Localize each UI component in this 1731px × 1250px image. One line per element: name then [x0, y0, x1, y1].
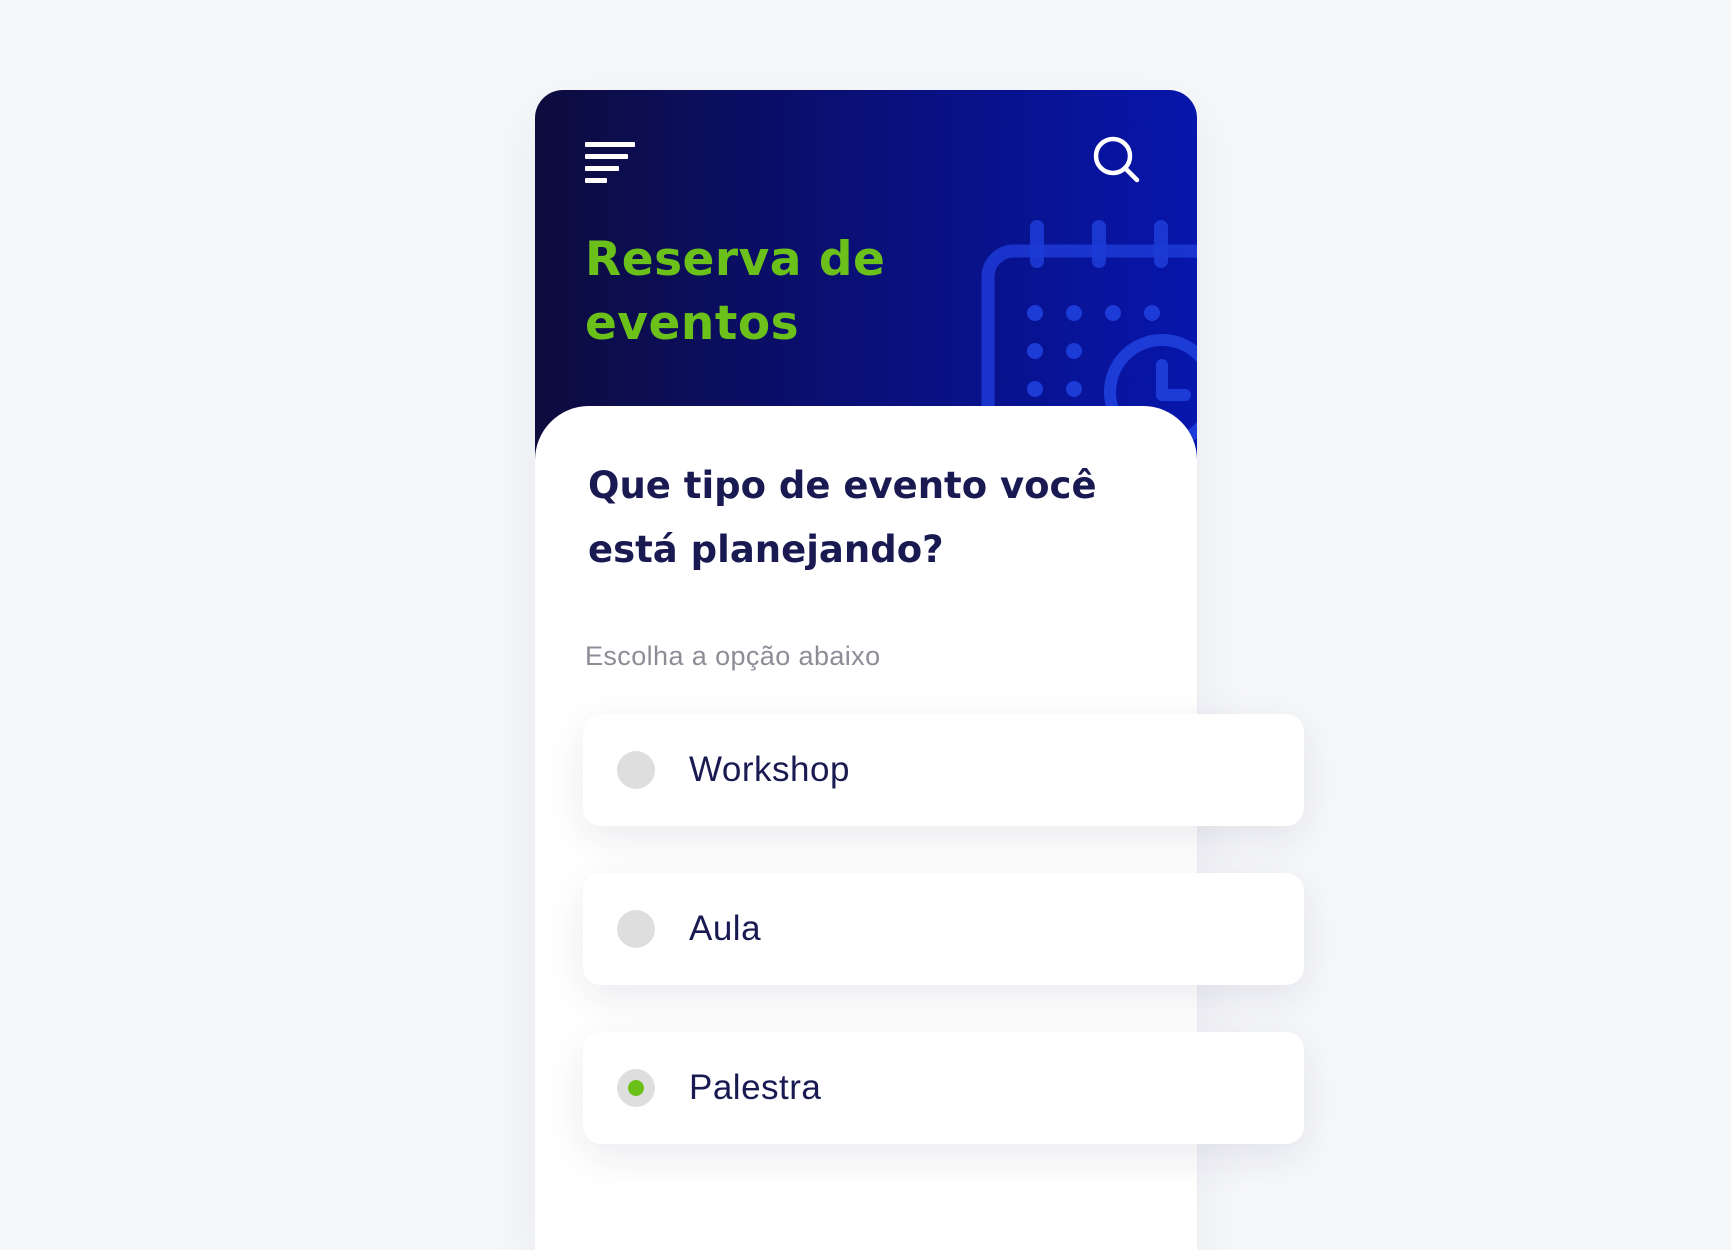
question-heading: Que tipo de evento você está planejando? — [588, 454, 1148, 582]
radio-button[interactable] — [617, 751, 655, 789]
option-label: Aula — [689, 909, 762, 948]
question-line-2: está planejando? — [588, 528, 944, 571]
option-label: Palestra — [689, 1068, 822, 1107]
radio-selected-dot — [628, 1080, 644, 1096]
page-title: Reserva de eventos — [585, 228, 965, 356]
search-button[interactable] — [1091, 134, 1145, 188]
option-label: Workshop — [689, 750, 850, 789]
radio-button[interactable] — [617, 910, 655, 948]
radio-button-selected[interactable] — [617, 1069, 655, 1107]
page-title-line-1: Reserva de — [585, 232, 886, 287]
question-line-1: Que tipo de evento você — [588, 464, 1097, 507]
option-aula[interactable]: Aula — [583, 873, 1304, 985]
instruction-text: Escolha a opção abaixo — [585, 641, 881, 671]
menu-button[interactable] — [585, 140, 637, 184]
menu-icon — [585, 142, 635, 183]
page-title-line-2: eventos — [585, 296, 800, 351]
search-icon — [1093, 136, 1140, 183]
option-workshop[interactable]: Workshop — [583, 714, 1304, 826]
option-palestra[interactable]: Palestra — [583, 1032, 1304, 1144]
